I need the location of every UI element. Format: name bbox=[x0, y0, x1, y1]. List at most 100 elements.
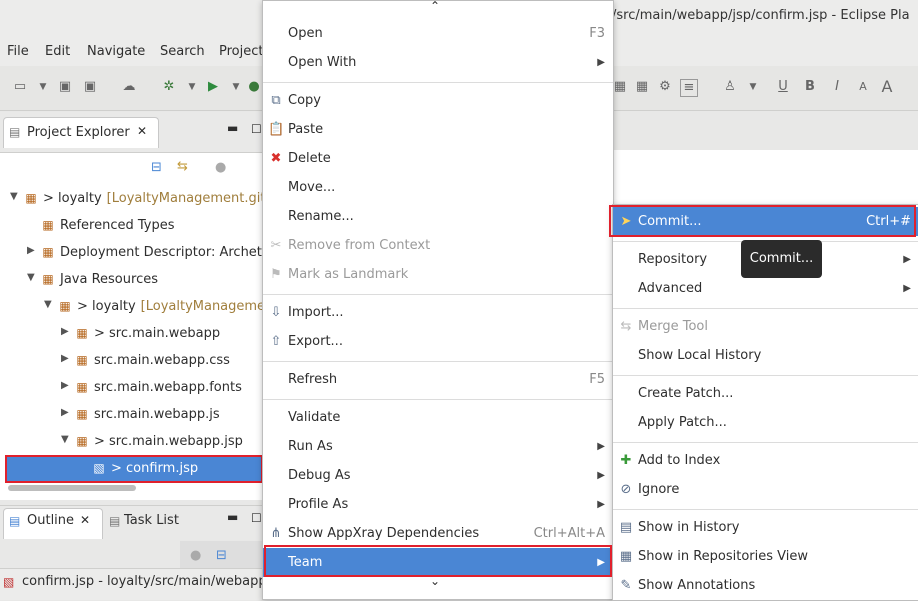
menu-item-validate[interactable]: Validate bbox=[263, 403, 613, 432]
menu-item-label: Delete bbox=[288, 151, 331, 166]
collapsed-arrow-icon[interactable]: ▶ bbox=[61, 353, 69, 364]
tree-item[interactable]: ▶ ▦ src.main.webapp.js bbox=[0, 403, 262, 428]
menu-item-create-patch[interactable]: Create Patch... bbox=[613, 379, 918, 408]
menu-item-rename[interactable]: Rename... bbox=[263, 202, 613, 231]
expanded-arrow-icon[interactable]: ▼ bbox=[10, 191, 18, 202]
tree-node-icon: ▦ bbox=[42, 245, 54, 259]
close-icon[interactable]: ✕ bbox=[137, 124, 147, 138]
git-repository-label: [LoyaltyManageme bbox=[140, 299, 262, 314]
menu-separator bbox=[613, 374, 918, 376]
window-title: /src/main/webapp/jsp/confirm.jsp - Eclip… bbox=[612, 8, 910, 23]
menu-item-shortcut: F5 bbox=[589, 372, 605, 387]
menu-item-add-to-index[interactable]: ✚ Add to Index bbox=[613, 446, 918, 475]
menu-item-show-in-history[interactable]: ▤ Show in History bbox=[613, 513, 918, 542]
menu-item-run-as[interactable]: Run As ▶ bbox=[263, 432, 613, 461]
menu-item-export[interactable]: ⇧ Export... bbox=[263, 327, 613, 356]
tree-item[interactable]: ▦ Referenced Types bbox=[0, 214, 262, 239]
menu-file[interactable]: File bbox=[7, 44, 29, 59]
minimize-icon[interactable]: ▬ bbox=[227, 510, 238, 524]
italic-icon[interactable]: I bbox=[829, 79, 845, 95]
menu-item-apply-patch[interactable]: Apply Patch... bbox=[613, 408, 918, 437]
tree-item[interactable]: ▼ ▦ Java Resources bbox=[0, 268, 262, 293]
menu-item-advanced[interactable]: Advanced ▶ bbox=[613, 274, 918, 303]
focus-icon[interactable]: ● bbox=[215, 160, 226, 175]
tree-item[interactable]: ▶ ▦ Deployment Descriptor: Archet bbox=[0, 241, 262, 266]
menu-item-delete[interactable]: ✖ Delete bbox=[263, 144, 613, 173]
close-icon[interactable]: ✕ bbox=[80, 513, 90, 527]
chevron-down-icon[interactable]: ▼ bbox=[745, 79, 761, 95]
chevron-down-icon[interactable]: ▼ bbox=[35, 79, 51, 95]
tree-item[interactable]: ▶ ▦ > src.main.webapp bbox=[0, 322, 262, 347]
menu-item-open[interactable]: Open F3 bbox=[263, 19, 613, 48]
menu-item-show-in-repositories-view[interactable]: ▦ Show in Repositories View bbox=[613, 542, 918, 571]
minimize-icon[interactable]: ▬ bbox=[227, 121, 238, 135]
save-icon[interactable]: ▣ bbox=[57, 79, 73, 95]
tab-task-list-label[interactable]: Task List bbox=[124, 513, 179, 528]
collapsed-arrow-icon[interactable]: ▶ bbox=[61, 407, 69, 418]
scroll-up-icon[interactable]: ⌃ bbox=[430, 0, 440, 13]
tree-node-icon: ▦ bbox=[76, 434, 88, 448]
collapse-all-icon[interactable]: ⊟ bbox=[151, 160, 162, 175]
bold-icon[interactable]: B bbox=[802, 79, 818, 95]
menu-item-open-with[interactable]: Open With ▶ bbox=[263, 48, 613, 77]
layout-icon[interactable]: ▦ bbox=[612, 79, 628, 95]
menu-item-refresh[interactable]: Refresh F5 bbox=[263, 365, 613, 394]
expanded-arrow-icon[interactable]: ▼ bbox=[27, 272, 35, 283]
tree-item[interactable]: ▶ ▦ src.main.webapp.css bbox=[0, 349, 262, 374]
new-icon[interactable]: ▭ bbox=[12, 79, 28, 95]
font-larger-icon[interactable]: A bbox=[879, 79, 895, 95]
collapsed-arrow-icon[interactable]: ▶ bbox=[27, 245, 35, 256]
outline-icon: ▤ bbox=[9, 514, 21, 528]
collapsed-arrow-icon[interactable]: ▶ bbox=[61, 326, 69, 337]
maximize-icon[interactable]: ☐ bbox=[251, 122, 262, 136]
appxray-icon: ⋔ bbox=[270, 526, 282, 541]
grid-icon[interactable]: ▦ bbox=[634, 79, 650, 95]
menu-edit[interactable]: Edit bbox=[45, 44, 70, 59]
menu-item-ignore[interactable]: ⊘ Ignore bbox=[613, 475, 918, 504]
menu-navigate[interactable]: Navigate bbox=[87, 44, 145, 59]
chevron-down-icon[interactable]: ▼ bbox=[228, 79, 244, 95]
menu-item-show-local-history[interactable]: Show Local History bbox=[613, 341, 918, 370]
horizontal-scrollbar[interactable] bbox=[8, 485, 136, 491]
history-icon: ▤ bbox=[619, 520, 633, 535]
server-icon[interactable]: ☁ bbox=[121, 79, 137, 95]
collapsed-arrow-icon[interactable]: ▶ bbox=[61, 380, 69, 391]
task-list-icon: ▤ bbox=[109, 514, 121, 528]
people-icon[interactable]: ♙ bbox=[722, 79, 738, 95]
debug-icon[interactable]: ✲ bbox=[161, 79, 177, 95]
menu-separator bbox=[613, 508, 918, 510]
profile-icon[interactable]: ● bbox=[246, 79, 262, 95]
menu-item-move[interactable]: Move... bbox=[263, 173, 613, 202]
menu-item-debug-as[interactable]: Debug As ▶ bbox=[263, 461, 613, 490]
menu-separator bbox=[263, 398, 613, 400]
underline-icon[interactable]: U bbox=[775, 79, 791, 95]
chevron-down-icon[interactable]: ▼ bbox=[184, 79, 200, 95]
tree-item-label: > src.main.webapp.jsp bbox=[94, 434, 243, 449]
menu-search[interactable]: Search bbox=[160, 44, 205, 59]
focus-icon[interactable]: ● bbox=[190, 548, 201, 563]
menu-item-import[interactable]: ⇩ Import... bbox=[263, 298, 613, 327]
tree-item-label: > loyalty bbox=[43, 191, 102, 206]
menu-item-label: Mark as Landmark bbox=[288, 267, 409, 282]
save-all-icon[interactable]: ▣ bbox=[82, 79, 98, 95]
tree-item[interactable]: ▶ ▦ src.main.webapp.fonts bbox=[0, 376, 262, 401]
font-smaller-icon[interactable]: A bbox=[855, 79, 871, 95]
maximize-icon[interactable]: ☐ bbox=[251, 511, 262, 525]
expanded-arrow-icon[interactable]: ▼ bbox=[61, 434, 69, 445]
menu-item-show-annotations[interactable]: ✎ Show Annotations bbox=[613, 571, 918, 600]
menu-project[interactable]: Project bbox=[219, 44, 263, 59]
tools-icon[interactable]: ⚙ bbox=[657, 79, 673, 95]
menu-item-paste[interactable]: 📋 Paste bbox=[263, 115, 613, 144]
link-editor-icon[interactable]: ⇆ bbox=[177, 159, 188, 174]
menu-item-copy[interactable]: ⧉ Copy bbox=[263, 86, 613, 115]
tree-item[interactable]: ▼ ▦ > loyalty [LoyaltyManagement.git bbox=[0, 187, 262, 212]
tree-item[interactable]: ▼ ▦ > src.main.webapp.jsp bbox=[0, 430, 262, 455]
menu-item-show-appxray-dependencies[interactable]: ⋔ Show AppXray Dependencies Ctrl+Alt+A bbox=[263, 519, 613, 548]
collapse-all-icon[interactable]: ⊟ bbox=[216, 548, 227, 563]
tree-item[interactable]: ▼ ▦ > loyalty [LoyaltyManageme bbox=[0, 295, 262, 320]
preview-icon[interactable]: ≡ bbox=[680, 79, 698, 97]
team-callout-box bbox=[264, 545, 612, 577]
expanded-arrow-icon[interactable]: ▼ bbox=[44, 299, 52, 310]
menu-item-profile-as[interactable]: Profile As ▶ bbox=[263, 490, 613, 519]
run-icon[interactable]: ▶ bbox=[205, 79, 221, 95]
